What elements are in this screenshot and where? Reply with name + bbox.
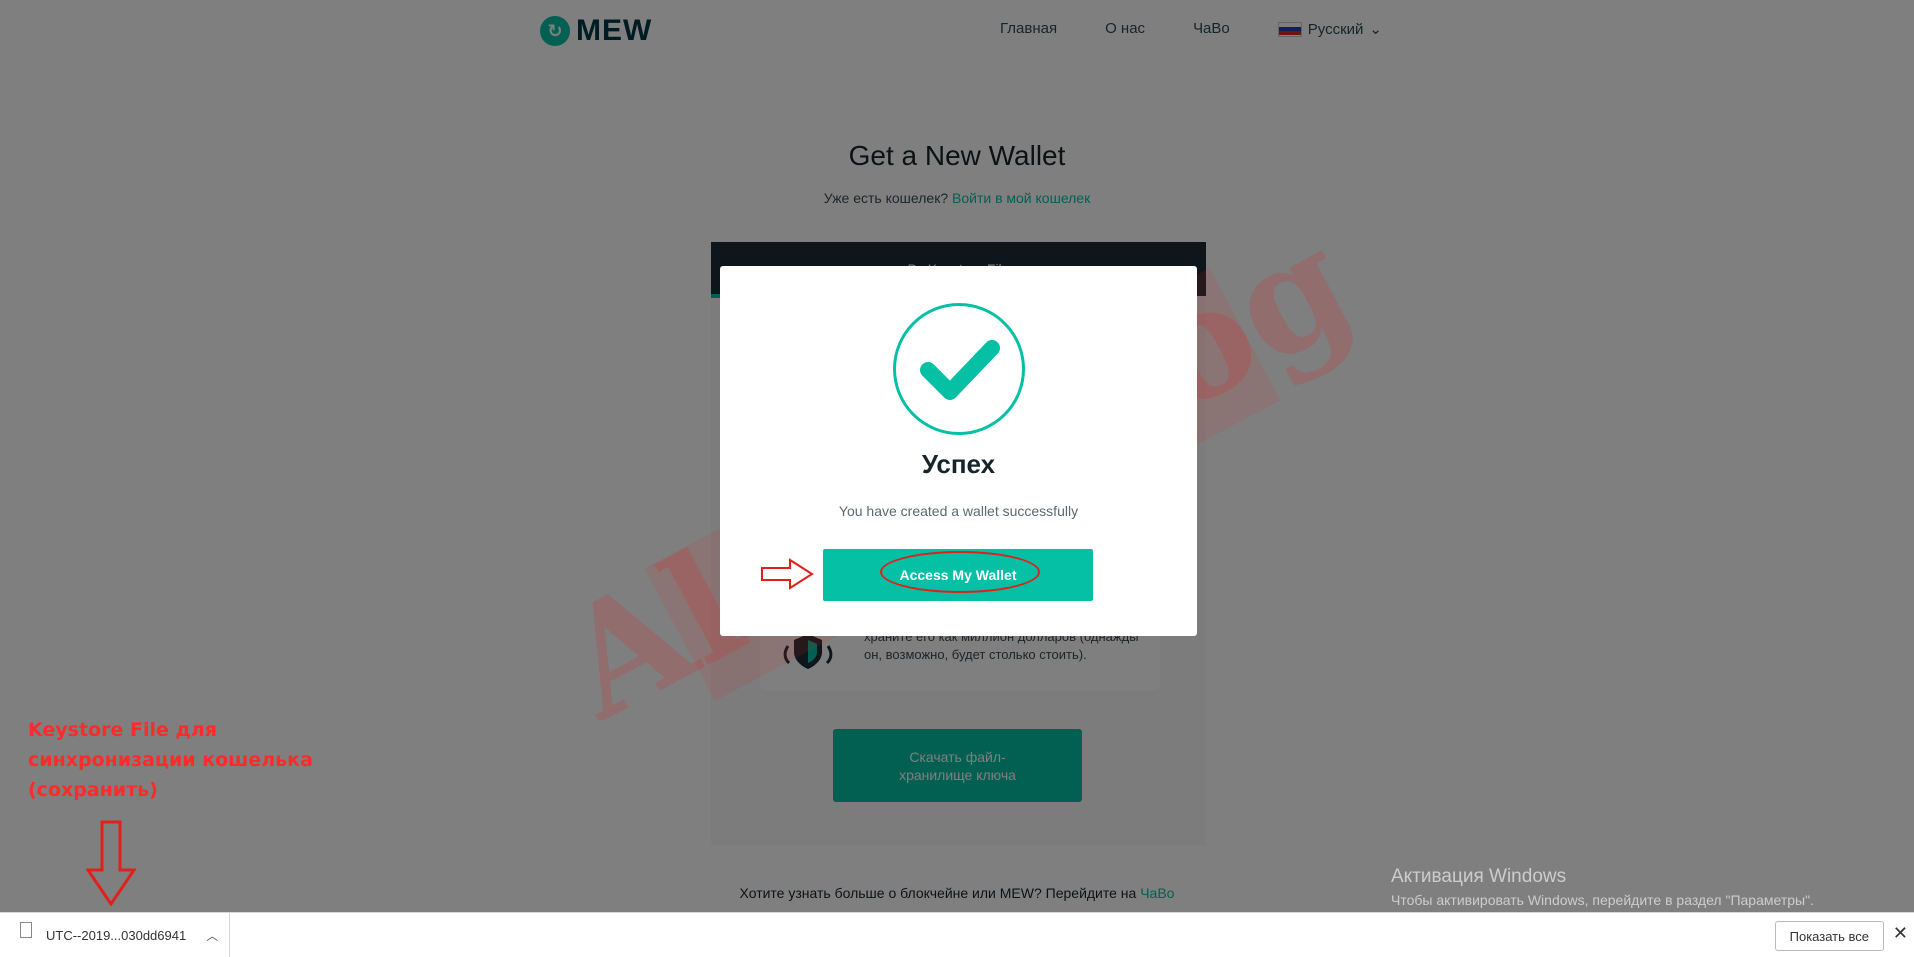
modal-title: Успех [921,449,996,479]
chevron-up-icon[interactable]: ︿ [206,927,218,944]
download-file-name: UTC--2019...030dd6941 [46,928,187,943]
download-bar: UTC--2019...030dd6941 ︿ Показать все ✕ [0,912,1914,957]
annotation-line: Keystore File для [28,719,217,741]
close-icon[interactable]: ✕ [1893,923,1908,944]
windows-activation-title: Активация Windows [1391,866,1567,887]
annotation-line: синхронизации кошелька [28,749,313,771]
show-all-button[interactable]: Показать все [1774,921,1884,951]
success-circle [893,303,1025,435]
windows-activation: Активация Windows Чтобы активировать Win… [1391,866,1814,908]
annotation-line: (сохранить) [28,779,158,801]
modal-message: You have created a wallet successfully [838,503,1079,519]
download-item[interactable]: UTC--2019...030dd6941 ︿ [20,913,230,957]
windows-activation-subtitle: Чтобы активировать Windows, перейдите в … [1391,892,1814,908]
annotation-note: Keystore File для синхронизации кошелька… [28,715,328,805]
highlight-ellipse [880,551,1040,593]
file-icon [20,921,32,938]
checkmark-icon [920,340,1000,400]
arrow-down-icon [86,820,136,906]
arrow-right-icon [761,558,814,590]
